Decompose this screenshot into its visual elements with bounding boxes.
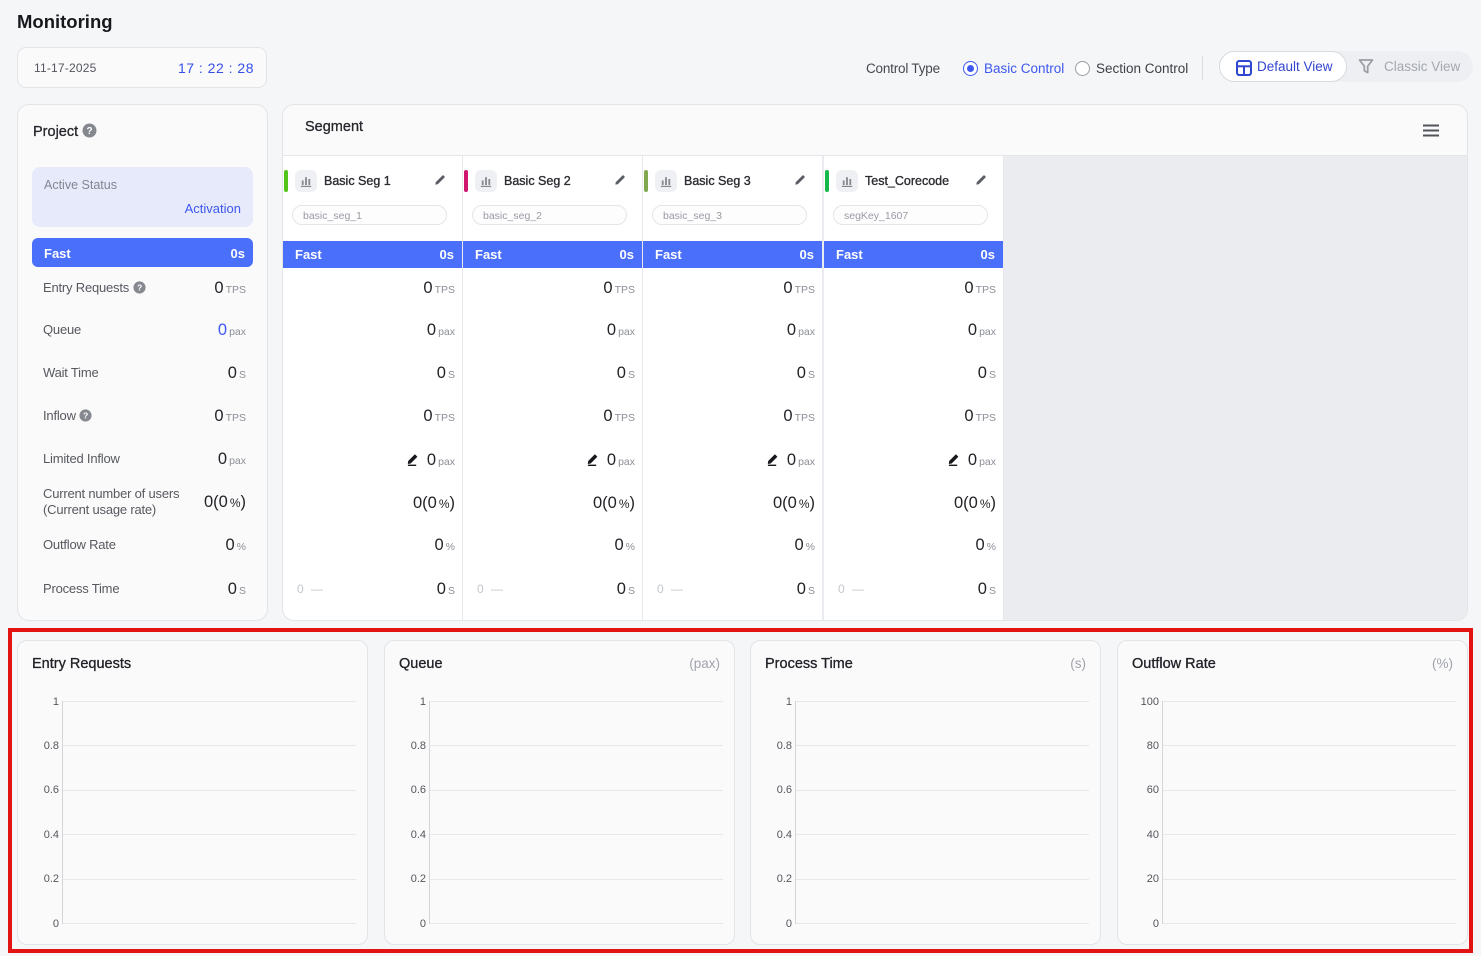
svg-text:?: ? [136,283,141,293]
svg-text:?: ? [83,411,88,421]
svg-text:?: ? [87,126,93,137]
